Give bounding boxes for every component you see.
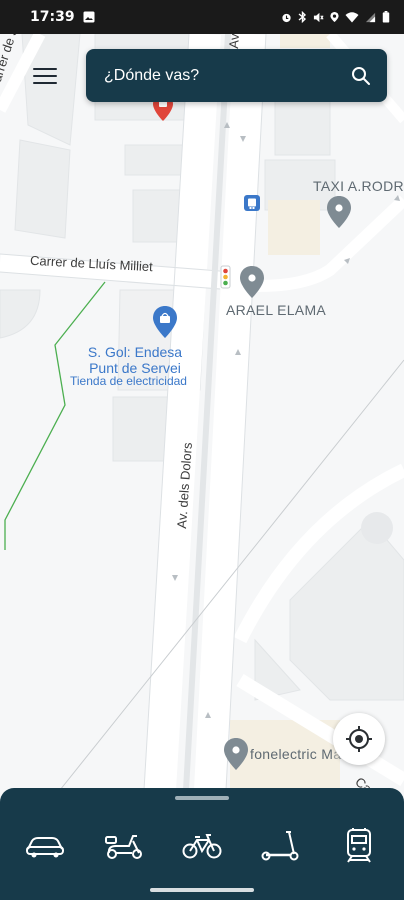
poi-taxi-label[interactable]: TAXI A.RODR	[313, 178, 404, 194]
status-bar: 17:39	[0, 0, 404, 34]
poi-endesa-name[interactable]: S. Gol: Endesa Punt de Servei	[60, 344, 210, 376]
crosshair-icon	[346, 726, 372, 752]
my-location-button[interactable]	[333, 713, 385, 765]
bicycle-icon	[182, 834, 222, 859]
car-icon	[26, 837, 65, 858]
bluetooth-icon	[298, 11, 307, 23]
menu-line	[33, 75, 57, 77]
sheet-drag-handle[interactable]	[175, 796, 229, 800]
signal-icon	[365, 12, 376, 22]
status-time: 17:39	[30, 9, 75, 25]
menu-line	[33, 68, 57, 70]
transport-car-button[interactable]	[14, 816, 76, 876]
transport-scooter-button[interactable]	[93, 816, 155, 876]
map-canvas[interactable]	[0, 34, 404, 900]
alarm-icon	[282, 13, 291, 22]
poi-fonelectric-label[interactable]: fonelectric Ma	[250, 746, 341, 762]
system-navigation-pill[interactable]	[150, 888, 254, 892]
transport-mode-selector	[0, 811, 404, 881]
search-bar[interactable]: ¿Dónde vas?	[86, 49, 387, 102]
wifi-icon	[345, 12, 359, 23]
hamburger-menu-icon[interactable]	[30, 64, 60, 88]
transport-bicycle-button[interactable]	[171, 816, 233, 876]
search-placeholder: ¿Dónde vas?	[104, 66, 200, 84]
transport-train-button[interactable]	[328, 816, 390, 876]
poi-arael-label[interactable]: ARAEL ELAMA	[226, 302, 326, 318]
mute-icon	[313, 12, 324, 22]
kick-scooter-icon	[261, 831, 299, 861]
train-icon	[346, 828, 371, 863]
location-icon	[330, 12, 339, 22]
menu-line	[33, 82, 57, 84]
street-label-av-top: Av	[226, 34, 243, 50]
scooter-icon	[104, 835, 142, 859]
poi-endesa-line1: S. Gol: Endesa	[87, 344, 183, 360]
poi-fonelectric-name: fonelectric M	[250, 746, 334, 762]
gallery-notification-icon	[83, 11, 95, 23]
poi-endesa-category: Tienda de electricidad	[70, 374, 187, 388]
search-icon[interactable]	[351, 66, 371, 86]
transport-kick-scooter-button[interactable]	[249, 816, 311, 876]
transport-bottom-sheet[interactable]	[0, 788, 404, 900]
battery-icon	[382, 11, 390, 23]
map-view[interactable]: Carrer de Joana Carrer de Lluís Milliet …	[0, 34, 404, 900]
